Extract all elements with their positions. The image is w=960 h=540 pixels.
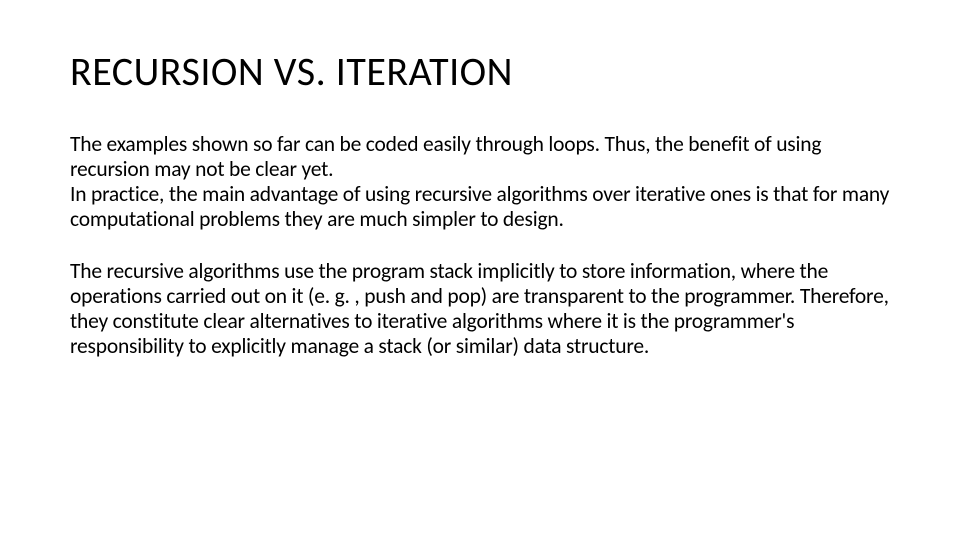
paragraph-1a: The examples shown so far can be coded e…	[70, 132, 890, 182]
paragraph-gap	[70, 233, 890, 259]
slide-body: The examples shown so far can be coded e…	[70, 132, 890, 359]
slide-title: RECURSION VS. ITERATION	[70, 50, 890, 94]
slide: RECURSION VS. ITERATION The examples sho…	[0, 0, 960, 540]
paragraph-1b: In practice, the main advantage of using…	[70, 182, 890, 232]
paragraph-2: The recursive algorithms use the program…	[70, 259, 890, 360]
